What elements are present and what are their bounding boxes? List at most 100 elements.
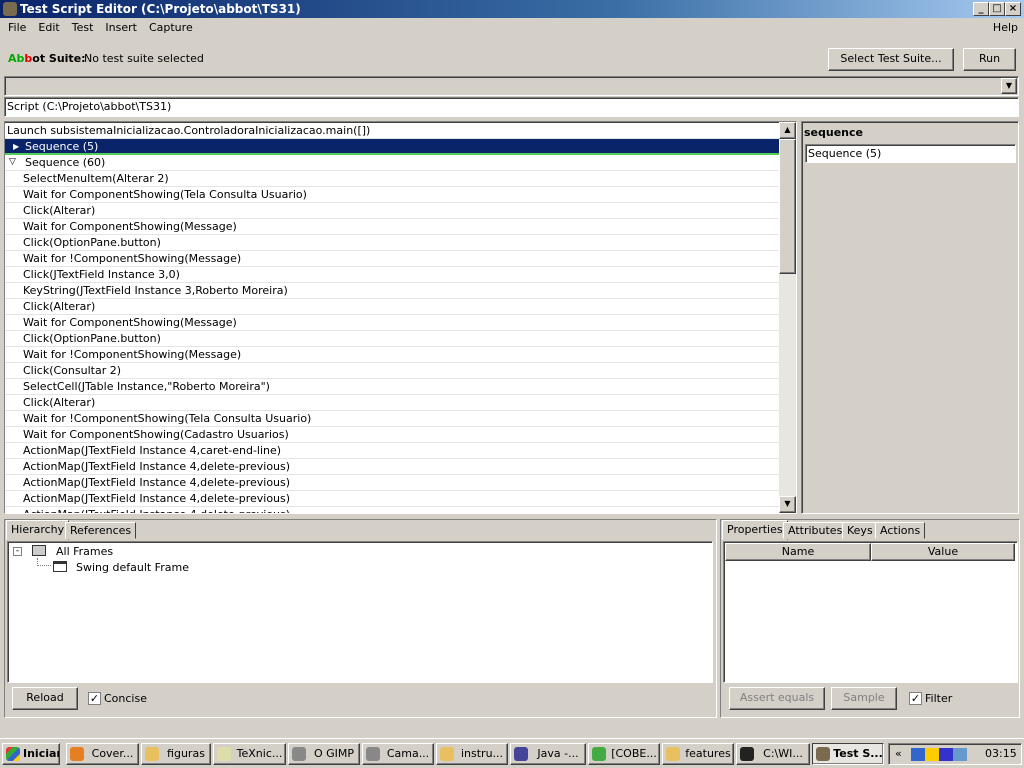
taskbar-item[interactable]: O GIMP (288, 743, 360, 765)
expand-icon[interactable]: ▶ (13, 139, 19, 154)
tab-hierarchy[interactable]: Hierarchy (6, 520, 70, 540)
menu-help[interactable]: Help (993, 21, 1018, 34)
app-icon (666, 747, 680, 761)
component-tree: - All Frames Swing default Frame (7, 541, 713, 683)
script-tree: Launch subsistemaInicializacao.Controlad… (4, 121, 797, 514)
collapse-icon[interactable]: ▽ (9, 155, 16, 170)
tree-node-step[interactable]: Click(Alterar) (5, 299, 779, 315)
tree-node-sequence-expanded[interactable]: Sequence (60) ▽ (5, 155, 779, 171)
tree-node-step[interactable]: ActionMap(JTextField Instance 4,delete-p… (5, 507, 779, 513)
tree-node-step[interactable]: ActionMap(JTextField Instance 4,delete-p… (5, 459, 779, 475)
select-test-suite-button[interactable]: Select Test Suite... (828, 48, 954, 71)
tray-icons[interactable] (911, 748, 967, 761)
tab-actions[interactable]: Actions (875, 522, 926, 539)
minimize-button[interactable]: _ (973, 2, 989, 16)
tab-attributes[interactable]: Attributes (783, 522, 848, 539)
tree-node-step[interactable]: Wait for !ComponentShowing(Message) (5, 347, 779, 363)
column-value[interactable]: Value (871, 543, 1015, 561)
menu-insert[interactable]: Insert (99, 18, 143, 38)
menu-capture[interactable]: Capture (143, 18, 199, 38)
menu-file[interactable]: File (2, 18, 32, 38)
properties-table: Name Value (723, 541, 1018, 683)
app-icon (440, 747, 454, 761)
filter-checkbox[interactable]: ✓ (909, 692, 922, 705)
tree-node-launch[interactable]: Launch subsistemaInicializacao.Controlad… (5, 123, 779, 139)
taskbar-item[interactable]: features (662, 743, 734, 765)
scroll-down-button[interactable]: ▼ (779, 496, 796, 513)
tree-node-step[interactable]: Wait for !ComponentShowing(Tela Consulta… (5, 411, 779, 427)
taskbar-item-label: [COBE... (611, 747, 657, 760)
taskbar-item[interactable]: C:\WI... (736, 743, 810, 765)
tray-expand-button[interactable]: « (895, 747, 902, 760)
collapse-icon[interactable]: - (13, 547, 22, 556)
taskbar-item[interactable]: [COBE... (588, 743, 660, 765)
column-name[interactable]: Name (725, 543, 871, 561)
concise-checkbox[interactable]: ✓ (88, 692, 101, 705)
tree-node-step[interactable]: Wait for ComponentShowing(Cadastro Usuar… (5, 427, 779, 443)
editor-title: sequence (804, 126, 863, 139)
clock: 03:15 (985, 747, 1017, 760)
tree-node-step[interactable]: SelectCell(JTable Instance,"Roberto More… (5, 379, 779, 395)
taskbar-item[interactable]: figuras (141, 743, 211, 765)
tree-node-step[interactable]: Click(OptionPane.button) (5, 331, 779, 347)
scrollbar[interactable]: ▲ ▼ (779, 122, 796, 513)
menu-edit[interactable]: Edit (32, 18, 65, 38)
reload-button[interactable]: Reload (12, 687, 78, 710)
app-icon (740, 747, 754, 761)
chevron-down-icon[interactable]: ▼ (1001, 78, 1017, 94)
test-case-combo[interactable]: ▼ (4, 76, 1019, 96)
frames-icon (32, 545, 46, 556)
app-icon (217, 747, 231, 761)
tree-node-step[interactable]: Wait for ComponentShowing(Message) (5, 315, 779, 331)
tree-node-swing-frame[interactable]: Swing default Frame (76, 561, 189, 574)
app-icon (3, 2, 17, 16)
app-icon (366, 747, 380, 761)
tree-node-step[interactable]: Wait for ComponentShowing(Tela Consulta … (5, 187, 779, 203)
tree-node-sequence-selected[interactable]: Sequence (5) ▶ (5, 139, 779, 155)
tab-keys[interactable]: Keys (842, 522, 878, 539)
taskbar-item[interactable]: Cama... (362, 743, 434, 765)
tree-node-all-frames[interactable]: All Frames (56, 545, 113, 558)
app-icon (145, 747, 159, 761)
window-title: Test Script Editor (C:\Projeto\abbot\TS3… (20, 2, 301, 16)
taskbar-item[interactable]: TeXnic... (213, 743, 286, 765)
tree-node-step[interactable]: Click(Consultar 2) (5, 363, 779, 379)
tree-node-step[interactable]: ActionMap(JTextField Instance 4,delete-p… (5, 491, 779, 507)
tree-node-step[interactable]: KeyString(JTextField Instance 3,Roberto … (5, 283, 779, 299)
close-button[interactable]: × (1005, 2, 1021, 16)
app-icon (592, 747, 606, 761)
tree-node-step[interactable]: ActionMap(JTextField Instance 4,caret-en… (5, 443, 779, 459)
taskbar-item[interactable]: Cover... (66, 743, 139, 765)
maximize-button[interactable]: □ (989, 2, 1005, 16)
tree-node-step[interactable]: SelectMenuItem(Alterar 2) (5, 171, 779, 187)
tree-node-step[interactable]: Wait for ComponentShowing(Message) (5, 219, 779, 235)
taskbar-item-label: O GIMP (313, 747, 355, 760)
taskbar-item-label: features (685, 747, 731, 760)
tab-references[interactable]: References (65, 522, 137, 539)
tab-properties[interactable]: Properties (722, 520, 788, 540)
taskbar-item[interactable]: Java -... (510, 743, 586, 765)
menu-test[interactable]: Test (66, 18, 100, 38)
script-label: Script (C:\Projeto\abbot\TS31) (4, 97, 1019, 117)
properties-panel: Properties Attributes Keys Actions Name … (720, 519, 1020, 718)
scroll-up-button[interactable]: ▲ (779, 122, 796, 139)
taskbar: Iniciar Cover... figuras TeXnic... O GIMP Ca… (0, 738, 1024, 768)
editor-description-input[interactable]: Sequence (5) (805, 144, 1016, 163)
tree-node-step[interactable]: Click(JTextField Instance 3,0) (5, 267, 779, 283)
tree-node-step[interactable]: Click(Alterar) (5, 203, 779, 219)
concise-label: Concise (104, 692, 147, 705)
taskbar-item-label: Java -... (537, 747, 579, 760)
start-button[interactable]: Iniciar (2, 743, 60, 765)
taskbar-item[interactable]: Test S... (812, 743, 884, 765)
tree-node-step[interactable]: Click(OptionPane.button) (5, 235, 779, 251)
tree-node-step[interactable]: Wait for !ComponentShowing(Message) (5, 251, 779, 267)
run-button[interactable]: Run (963, 48, 1016, 71)
scroll-thumb[interactable] (779, 139, 796, 274)
assert-equals-button[interactable]: Assert equals (729, 687, 825, 710)
sample-button[interactable]: Sample (831, 687, 897, 710)
tree-node-step[interactable]: Click(Alterar) (5, 395, 779, 411)
filter-label: Filter (925, 692, 953, 705)
taskbar-item[interactable]: instru... (436, 743, 508, 765)
tree-node-step[interactable]: ActionMap(JTextField Instance 4,delete-p… (5, 475, 779, 491)
app-icon (514, 747, 528, 761)
